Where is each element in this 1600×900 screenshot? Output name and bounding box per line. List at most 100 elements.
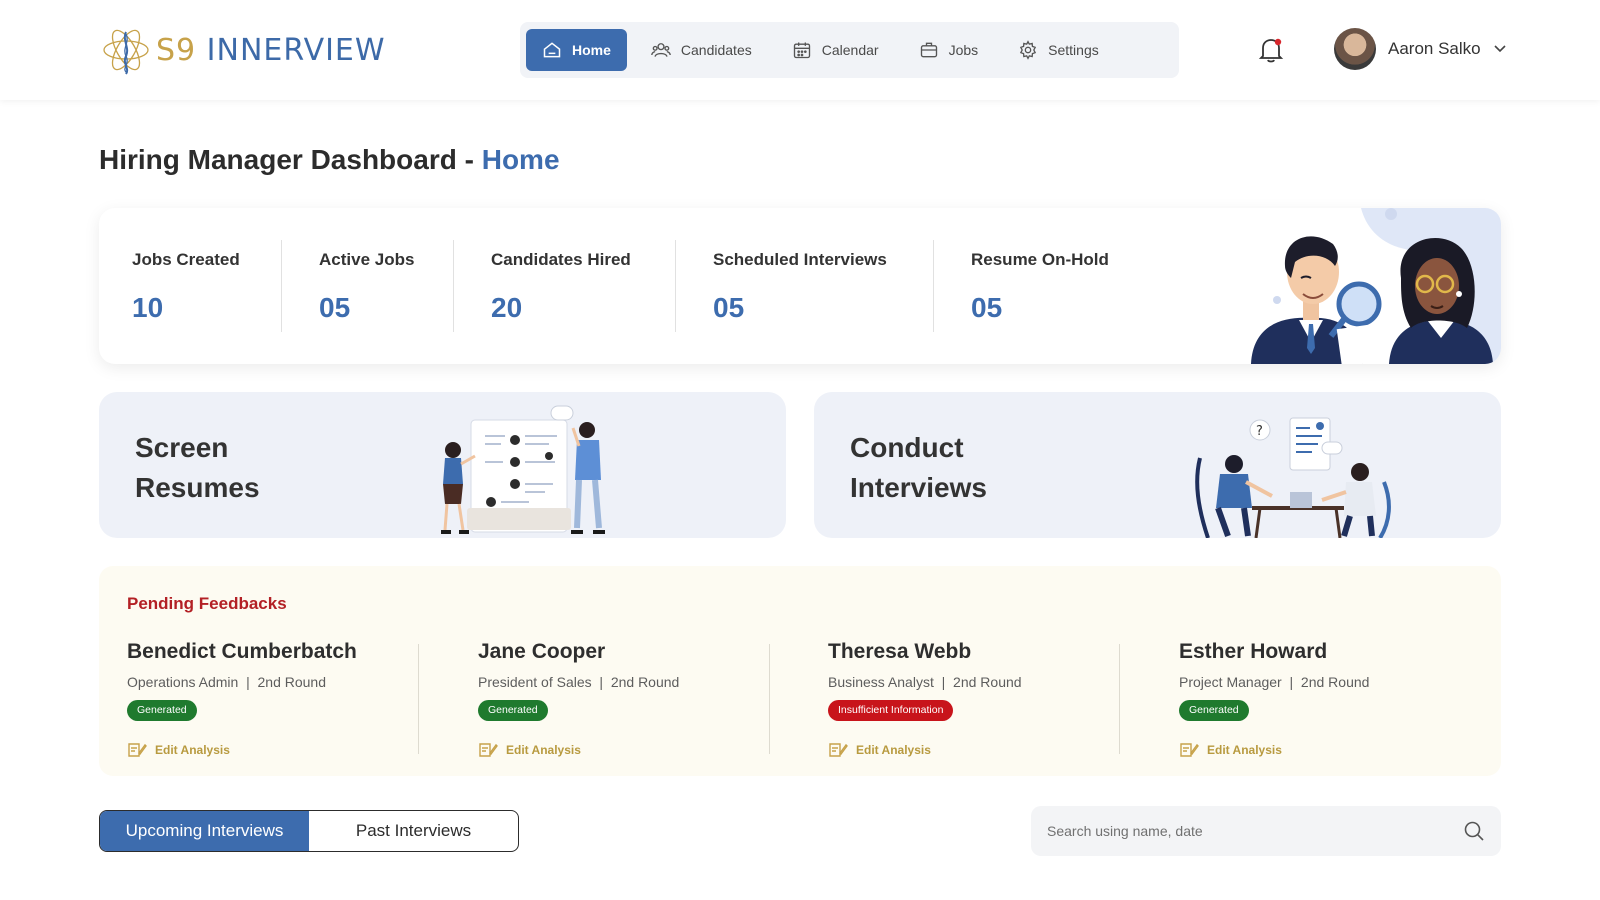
edit-analysis-link[interactable]: Edit Analysis	[1179, 741, 1489, 759]
divider	[675, 240, 676, 332]
notification-bell-icon[interactable]	[1258, 36, 1284, 64]
conduct-interviews-illustration: ?	[1195, 417, 1391, 538]
divider	[281, 240, 282, 332]
edit-note-icon	[479, 743, 498, 757]
main-nav: Home Candidates Calendar Jobs Settings	[520, 22, 1179, 78]
screen-resumes-illustration	[441, 405, 605, 534]
stat-label: Scheduled Interviews	[713, 250, 887, 269]
nav-jobs[interactable]: Jobs	[903, 29, 995, 71]
edit-analysis-link[interactable]: Edit Analysis	[127, 741, 437, 759]
edit-analysis-link[interactable]: Edit Analysis	[478, 741, 788, 759]
candidate-role-round: Project Manager | 2nd Round	[1179, 674, 1370, 690]
interview-round: 2nd Round	[953, 674, 1022, 690]
stat-label: Active Jobs	[319, 250, 415, 269]
interview-round: 2nd Round	[1300, 674, 1370, 690]
feedback-item: Benedict Cumberbatch Operations Admin | …	[127, 640, 437, 758]
search-input[interactable]	[1047, 823, 1463, 839]
search-box	[1031, 806, 1501, 856]
avatar	[1334, 28, 1376, 70]
nav-calendar[interactable]: Calendar	[776, 29, 895, 71]
page-title: Hiring Manager Dashboard - Home	[99, 144, 560, 176]
user-name: Aaron Salko	[1388, 39, 1481, 58]
edit-note-icon	[128, 743, 147, 757]
stat-value: 20	[491, 292, 523, 323]
nav-candidates[interactable]: Candidates	[635, 29, 768, 71]
nav-label: Jobs	[948, 42, 979, 58]
candidate-role-round: Business Analyst | 2nd Round	[828, 674, 1022, 690]
gear-icon	[1020, 40, 1037, 60]
stat-value: 05	[713, 292, 745, 323]
interview-round: 2nd Round	[610, 674, 680, 690]
stat-value: 05	[319, 292, 351, 323]
recruiters-illustration	[1251, 208, 1501, 364]
interview-round: 2nd Round	[257, 674, 327, 690]
logo-emblem-icon	[103, 29, 149, 75]
calendar-icon	[793, 42, 810, 59]
stat-value: 05	[971, 292, 1003, 323]
divider	[1119, 644, 1120, 754]
stat-resume-on-hold[interactable]: Resume On-Hold 05	[971, 240, 1109, 332]
feedback-item: Theresa Webb Business Analyst | 2nd Roun…	[828, 640, 1138, 758]
status-badge: Generated	[1179, 700, 1249, 721]
stat-label: Jobs Created	[132, 250, 240, 269]
divider	[418, 644, 419, 754]
nav-settings[interactable]: Settings	[1002, 29, 1115, 71]
candidate-name: Jane Cooper	[478, 640, 606, 663]
home-icon	[543, 42, 561, 58]
candidate-role-round: Operations Admin | 2nd Round	[127, 674, 327, 690]
divider	[933, 240, 934, 332]
edit-analysis-label: Edit Analysis	[856, 743, 931, 757]
edit-analysis-link[interactable]: Edit Analysis	[828, 741, 1138, 759]
search-icon[interactable]	[1463, 820, 1485, 842]
edit-note-icon	[829, 743, 848, 757]
divider	[769, 644, 770, 754]
svg-text:?: ?	[1256, 424, 1263, 439]
stat-candidates-hired[interactable]: Candidates Hired 20	[491, 240, 631, 332]
conduct-interviews-card[interactable]: Conduct Interviews ?	[814, 392, 1501, 538]
stat-label: Candidates Hired	[491, 250, 631, 269]
stat-jobs-created[interactable]: Jobs Created 10	[132, 240, 240, 332]
tab-upcoming-interviews[interactable]: Upcoming Interviews	[100, 811, 309, 851]
feedback-item: Esther Howard Project Manager | 2nd Roun…	[1179, 640, 1489, 758]
stat-value: 10	[132, 292, 164, 323]
pending-feedbacks-panel: Pending Feedbacks Benedict Cumberbatch O…	[99, 566, 1501, 776]
card-title: Screen Resumes	[135, 432, 260, 503]
app-logo[interactable]: S9 INNERVIEW	[100, 22, 386, 78]
top-header: S9 INNERVIEW Home Candidates Calendar Jo…	[0, 0, 1600, 100]
nav-label: Candidates	[680, 42, 752, 58]
breadcrumb: Home	[481, 144, 560, 175]
stat-label: Resume On-Hold	[971, 250, 1109, 269]
section-title: Pending Feedbacks	[127, 594, 287, 613]
candidate-role: President of Sales	[478, 674, 592, 690]
status-badge: Generated	[127, 700, 197, 721]
status-badge: Insufficient Information	[828, 700, 954, 721]
edit-analysis-label: Edit Analysis	[506, 743, 581, 757]
edit-analysis-label: Edit Analysis	[155, 743, 230, 757]
candidate-role: Operations Admin	[127, 674, 239, 690]
candidate-role: Business Analyst	[828, 674, 934, 690]
nav-label: Settings	[1048, 42, 1099, 58]
candidate-name: Benedict Cumberbatch	[127, 640, 357, 663]
tab-past-interviews[interactable]: Past Interviews	[309, 811, 518, 851]
screen-resumes-card[interactable]: Screen Resumes	[99, 392, 786, 538]
card-title: Conduct Interviews	[850, 432, 987, 503]
candidate-role-round: President of Sales | 2nd Round	[478, 674, 680, 690]
stats-card: Jobs Created 10 Active Jobs 05 Candidate…	[99, 208, 1501, 364]
nav-label: Home	[572, 42, 611, 58]
user-menu[interactable]: Aaron Salko	[1334, 28, 1507, 70]
divider	[453, 240, 454, 332]
brand-name: S9 INNERVIEW	[156, 32, 386, 68]
users-icon	[651, 43, 671, 57]
interview-tabs: Upcoming Interviews Past Interviews	[99, 810, 519, 852]
candidate-role: Project Manager	[1179, 674, 1282, 690]
nav-home[interactable]: Home	[526, 29, 627, 71]
page-title-main: Hiring Manager Dashboard -	[99, 144, 482, 175]
edit-analysis-label: Edit Analysis	[1207, 743, 1282, 757]
feedback-item: Jane Cooper President of Sales | 2nd Rou…	[478, 640, 788, 758]
edit-note-icon	[1180, 743, 1199, 757]
briefcase-icon	[920, 42, 937, 58]
stat-active-jobs[interactable]: Active Jobs 05	[319, 240, 414, 332]
stat-scheduled-interviews[interactable]: Scheduled Interviews 05	[713, 240, 887, 332]
candidate-name: Esther Howard	[1179, 640, 1328, 663]
status-badge: Generated	[478, 700, 548, 721]
